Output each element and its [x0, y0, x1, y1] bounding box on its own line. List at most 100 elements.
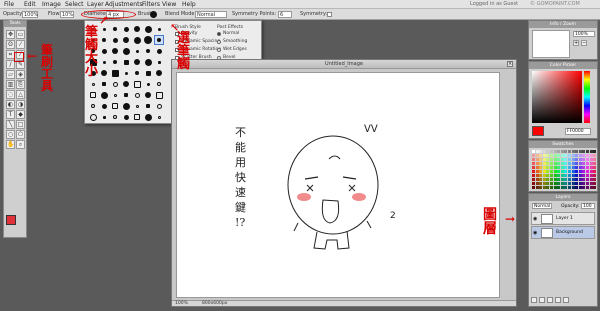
- color-swatch[interactable]: [539, 178, 543, 181]
- symmetry-points-field[interactable]: 6: [278, 11, 292, 18]
- color-swatch[interactable]: [557, 150, 561, 153]
- color-swatch[interactable]: [589, 162, 593, 165]
- color-swatch[interactable]: [557, 178, 561, 181]
- color-swatch[interactable]: [575, 154, 579, 157]
- color-swatch[interactable]: [550, 174, 553, 177]
- color-swatch[interactable]: [564, 158, 568, 161]
- color-swatch[interactable]: [582, 154, 586, 157]
- color-swatch[interactable]: [571, 158, 575, 161]
- color-swatch[interactable]: [586, 170, 589, 173]
- menu-layer[interactable]: Layer: [87, 1, 104, 8]
- color-swatch[interactable]: [571, 174, 575, 177]
- color-swatch[interactable]: [557, 162, 561, 165]
- color-swatch[interactable]: [593, 150, 597, 153]
- color-swatch[interactable]: [535, 158, 539, 161]
- color-swatch[interactable]: [575, 174, 579, 177]
- brush-preset[interactable]: [110, 24, 120, 34]
- color-swatch[interactable]: [539, 162, 543, 165]
- color-swatch[interactable]: [546, 158, 550, 161]
- marquee-icon[interactable]: ▭: [16, 30, 25, 39]
- color-swatch[interactable]: [578, 150, 582, 153]
- login-status[interactable]: Logged in as Guest: [470, 1, 518, 7]
- color-swatch[interactable]: [542, 182, 546, 185]
- color-swatch[interactable]: [568, 150, 571, 153]
- post-effect-radio[interactable]: [217, 32, 221, 36]
- color-swatch[interactable]: [560, 178, 564, 181]
- color-swatch[interactable]: [535, 178, 539, 181]
- brush-preset[interactable]: [121, 101, 131, 111]
- color-swatch[interactable]: [568, 162, 571, 165]
- brush-preset[interactable]: [88, 101, 98, 111]
- color-swatch[interactable]: [575, 150, 579, 153]
- brush-preset[interactable]: [110, 68, 120, 78]
- symmetry-checkbox[interactable]: [327, 12, 332, 17]
- brush-preset[interactable]: [132, 112, 142, 122]
- move-icon[interactable]: ✥: [6, 30, 15, 39]
- new-layer-icon[interactable]: [531, 297, 537, 303]
- color-swatch[interactable]: [593, 154, 597, 157]
- layer-blend-select[interactable]: Normal: [532, 203, 552, 209]
- menu-view[interactable]: View: [162, 1, 176, 8]
- brush-preset[interactable]: [110, 112, 120, 122]
- color-swatch[interactable]: [539, 154, 543, 157]
- color-swatch[interactable]: [550, 170, 553, 173]
- color-swatch[interactable]: [582, 186, 586, 189]
- color-swatch[interactable]: [582, 158, 586, 161]
- brush-preset[interactable]: [99, 112, 109, 122]
- sharpen-icon[interactable]: △: [16, 90, 25, 99]
- zoom-in-icon[interactable]: +: [573, 40, 579, 46]
- color-swatch[interactable]: [532, 150, 535, 153]
- color-swatch[interactable]: [557, 170, 561, 173]
- color-swatch[interactable]: [557, 174, 561, 177]
- menu-edit[interactable]: Edit: [24, 1, 36, 8]
- color-swatch[interactable]: [582, 166, 586, 169]
- color-swatch[interactable]: [578, 178, 582, 181]
- color-swatch[interactable]: [593, 178, 597, 181]
- color-swatch[interactable]: [532, 186, 535, 189]
- primary-color-swatch[interactable]: [6, 215, 16, 225]
- color-swatch[interactable]: [546, 166, 550, 169]
- color-swatch[interactable]: [582, 182, 586, 185]
- color-swatch[interactable]: [571, 186, 575, 189]
- brush-preset[interactable]: [143, 79, 153, 89]
- brush-preset[interactable]: [99, 101, 109, 111]
- brush-preset[interactable]: [143, 46, 153, 56]
- color-swatch[interactable]: [586, 174, 589, 177]
- color-swatch[interactable]: [542, 154, 546, 157]
- color-swatch[interactable]: [571, 166, 575, 169]
- brush-preset[interactable]: [154, 112, 164, 122]
- navigator-thumbnail[interactable]: [532, 30, 570, 58]
- brush-preset[interactable]: [110, 90, 120, 100]
- brush-preset[interactable]: [88, 79, 98, 89]
- color-swatch[interactable]: [539, 158, 543, 161]
- hex-input[interactable]: FF0000: [565, 128, 591, 135]
- color-swatch[interactable]: [589, 158, 593, 161]
- brush-preset[interactable]: [132, 57, 142, 67]
- brush-preset[interactable]: [154, 46, 164, 56]
- color-swatch[interactable]: [542, 150, 546, 153]
- brush-preset[interactable]: [110, 57, 120, 67]
- color-swatch[interactable]: [532, 174, 535, 177]
- color-swatch[interactable]: [575, 162, 579, 165]
- color-swatch[interactable]: [539, 150, 543, 153]
- color-swatch[interactable]: [557, 182, 561, 185]
- color-swatch[interactable]: [546, 170, 550, 173]
- wand-icon[interactable]: ⁄: [16, 40, 25, 49]
- line-icon[interactable]: ╲: [6, 120, 15, 129]
- color-swatch[interactable]: [568, 182, 571, 185]
- color-swatch[interactable]: [535, 170, 539, 173]
- color-swatch[interactable]: [546, 178, 550, 181]
- color-swatch[interactable]: [546, 162, 550, 165]
- brush-preset[interactable]: [132, 68, 142, 78]
- color-swatch[interactable]: [553, 178, 557, 181]
- menu-image[interactable]: Image: [42, 1, 61, 8]
- brush-preset[interactable]: [154, 35, 164, 45]
- visibility-eye-icon[interactable]: ◉: [533, 230, 537, 236]
- color-swatch[interactable]: [535, 182, 539, 185]
- color-swatch[interactable]: [560, 162, 564, 165]
- flow-field[interactable]: 10%: [60, 11, 74, 18]
- color-swatch[interactable]: [539, 170, 543, 173]
- opacity-field[interactable]: 100%: [22, 11, 38, 18]
- color-swatch[interactable]: [560, 158, 564, 161]
- duplicate-layer-icon[interactable]: [539, 297, 545, 303]
